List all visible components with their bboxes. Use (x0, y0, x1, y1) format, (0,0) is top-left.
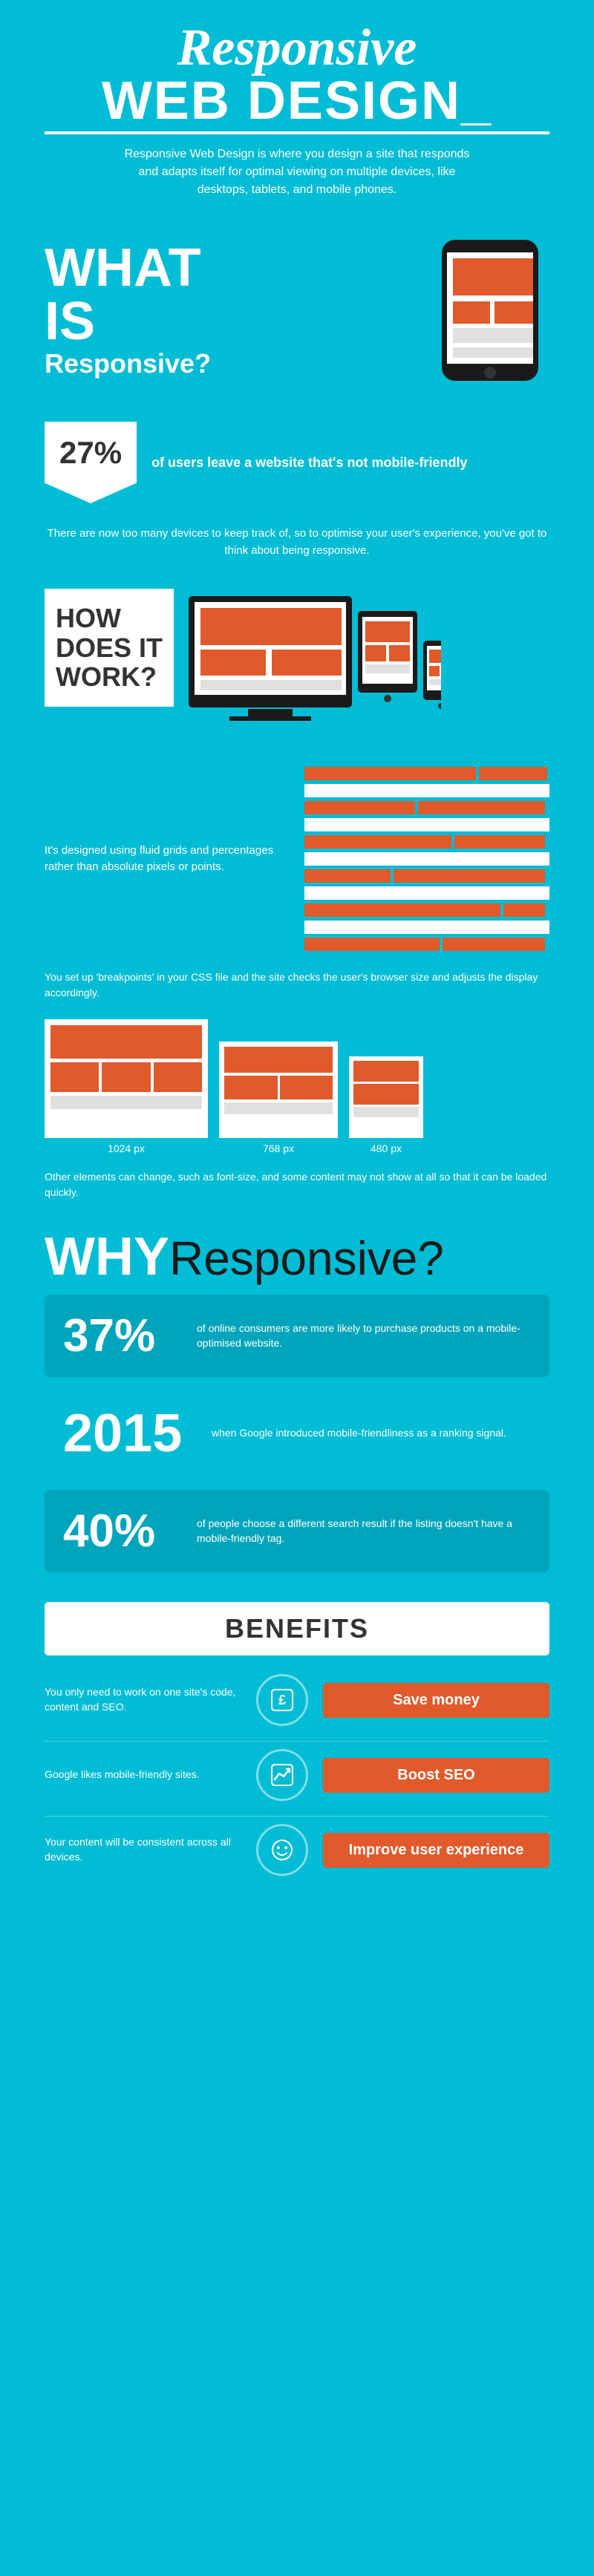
grid-bar-row (304, 852, 549, 866)
grid-bar-white (304, 921, 549, 934)
other-elements-text: Other elements can change, such as font-… (0, 1162, 594, 1215)
grid-bar (304, 903, 500, 917)
benefit-2-icon (256, 1749, 308, 1801)
svg-text:£: £ (278, 1693, 286, 1707)
breakpoints-demo: 1024 px 768 px 480 px (0, 1012, 594, 1162)
devices-icon (189, 589, 441, 737)
grid-bar-white (304, 818, 549, 831)
grid-bar-row (304, 767, 549, 780)
why-section: WHYResponsive? 37% of online consumers a… (0, 1215, 594, 1591)
optimise-text: There are now too many devices to keep t… (0, 518, 594, 574)
grid-bar (304, 869, 391, 883)
grid-bar (304, 767, 476, 780)
fluid-description: It's designed using fluid grids and perc… (45, 843, 290, 876)
grid-bar (394, 869, 546, 883)
seo-chart-icon (269, 1762, 296, 1788)
benefit-3-text: Your content will be consistent across a… (45, 1835, 241, 1864)
grid-bar-row (304, 921, 549, 934)
benefit-1-badge: Save money (323, 1683, 549, 1718)
grid-bar (454, 835, 545, 849)
bp-label-1024: 1024 px (108, 1142, 145, 1154)
bp-label-480: 480 px (371, 1142, 402, 1154)
how-left-box: HOW DOES IT WORK? (45, 589, 174, 707)
percent-description: of users leave a website that's not mobi… (151, 455, 549, 471)
smiley-icon (269, 1837, 296, 1863)
grid-bars-visual (304, 767, 549, 951)
benefit-row-1: You only need to work on one site's code… (45, 1674, 549, 1726)
bp-box-480 (349, 1056, 423, 1138)
divider-2 (45, 1816, 549, 1817)
stat-37-number: 37% (63, 1310, 182, 1362)
responsive-subtext: Responsive? (45, 348, 211, 379)
grid-bar-row (304, 869, 549, 883)
bp-frame-768: 768 px (219, 1042, 338, 1154)
header-title-web: WEB DESIGN_ (45, 74, 549, 128)
grid-bar-row (304, 818, 549, 831)
what-is-section: WHAT IS Responsive? (0, 214, 594, 407)
grid-bar (443, 938, 546, 951)
stat-box-37: 37% of online consumers are more likely … (45, 1295, 549, 1377)
stat-40-desc: of people choose a different search resu… (197, 1517, 531, 1546)
bp-box-1024 (45, 1019, 208, 1138)
divider-1 (45, 1741, 549, 1742)
benefit-3-icon (256, 1824, 308, 1876)
phone-icon (431, 236, 549, 385)
percent-section: 27% of users leave a website that's not … (0, 407, 594, 518)
why-responsive-label: Responsive? (169, 1232, 444, 1285)
grid-bar-white (304, 784, 549, 797)
grid-bar-white (304, 886, 549, 900)
how-title-line3: WORK? (56, 662, 163, 692)
benefit-2-text: Google likes mobile-friendly sites. (45, 1768, 241, 1782)
benefit-1-icon: £ (256, 1674, 308, 1726)
what-text: WHAT (45, 241, 211, 295)
bp-box-768 (219, 1042, 338, 1138)
bp-frame-480: 480 px (349, 1056, 423, 1154)
grid-bar (479, 767, 547, 780)
benefits-section: BENEFITS You only need to work on one si… (0, 1591, 594, 1913)
benefit-2-badge: Boost SEO (323, 1758, 549, 1793)
grid-bar-row (304, 938, 549, 951)
stat-2015-desc: when Google introduced mobile-friendline… (212, 1426, 506, 1441)
what-is-left: WHAT IS Responsive? (45, 241, 211, 379)
stat-box-40: 40% of people choose a different search … (45, 1490, 549, 1572)
stat-37-desc: of online consumers are more likely to p… (197, 1321, 531, 1350)
grid-bar-row (304, 801, 549, 814)
money-icon: £ (269, 1687, 296, 1713)
benefits-title: BENEFITS (45, 1602, 549, 1655)
fluid-section: It's designed using fluid grids and perc… (0, 752, 594, 966)
why-title: WHYResponsive? (45, 1230, 549, 1284)
grid-bar (304, 938, 440, 951)
percent-badge: 27% (45, 422, 137, 503)
grid-bar-row (304, 903, 549, 917)
benefit-row-2: Google likes mobile-friendly sites. Boos… (45, 1749, 549, 1801)
stat-2015-number: 2015 (63, 1403, 197, 1464)
stat-2015: 2015 when Google introduced mobile-frien… (45, 1388, 549, 1479)
header-description: Responsive Web Design is where you desig… (119, 146, 475, 199)
grid-bar (418, 801, 546, 814)
how-title-line1: HOW (56, 604, 163, 633)
breakpoints-text: You set up 'breakpoints' in your CSS fil… (0, 966, 594, 1012)
stat-40-number: 40% (63, 1505, 182, 1557)
header-title-italic: Responsive (45, 22, 549, 74)
is-text: IS (45, 295, 211, 348)
why-label: WHY (45, 1227, 169, 1287)
header-underline (45, 131, 549, 134)
how-title-line2: DOES IT (56, 633, 163, 663)
percent-value: 27% (59, 435, 122, 471)
benefit-3-badge: Improve user experience (323, 1833, 549, 1868)
grid-bar (304, 801, 415, 814)
grid-bar-row (304, 835, 549, 849)
grid-bar-row (304, 886, 549, 900)
grid-bar (503, 903, 545, 917)
bp-label-768: 768 px (263, 1142, 294, 1154)
grid-bar-white (304, 852, 549, 866)
bp-frame-1024: 1024 px (45, 1019, 208, 1154)
header-section: Responsive WEB DESIGN_ Responsive Web De… (0, 0, 594, 214)
grid-bar (304, 835, 451, 849)
grid-bar-row (304, 784, 549, 797)
benefit-1-text: You only need to work on one site's code… (45, 1685, 241, 1714)
how-section: HOW DOES IT WORK? (0, 574, 594, 752)
benefit-row-3: Your content will be consistent across a… (45, 1824, 549, 1876)
